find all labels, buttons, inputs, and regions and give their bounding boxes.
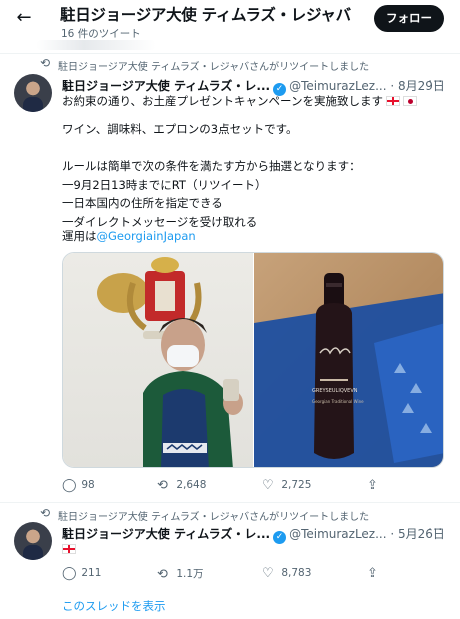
like-count: 8,783 — [281, 567, 312, 579]
tweet-operated-line: 運用は@GeorgiainJapan — [62, 227, 196, 246]
avatar[interactable] — [14, 74, 52, 112]
author-handle[interactable]: @TeimurazLez... — [289, 79, 387, 93]
show-thread-link[interactable]: このスレッドを表示 — [62, 598, 166, 614]
wine-illustration — [254, 273, 443, 467]
retweet-button[interactable]: ⟲ 2,648 — [157, 478, 206, 493]
wine-label: GREYSEULIQVEVN — [312, 388, 358, 394]
author-name[interactable]: 駐日ジョージア大使 ティムラズ・レ... — [62, 527, 270, 541]
operated-by: 運用は — [62, 229, 97, 243]
author-handle[interactable]: @TeimurazLez... — [289, 527, 387, 541]
retweet-icon: ⟲ — [40, 56, 51, 70]
retweet-count: 2,648 — [176, 479, 207, 491]
profile-header: ← 駐日ジョージア大使 ティムラズ・レジャバ 16 件のツイート フォロー — [0, 0, 460, 50]
blurred-strip — [36, 40, 156, 50]
reply-count: 98 — [81, 479, 95, 491]
retweet-icon: ⟲ — [157, 478, 168, 493]
divider — [0, 53, 460, 54]
more-icon[interactable]: ··· — [428, 75, 443, 90]
tweet-count: 16 件のツイート — [61, 28, 141, 40]
divider — [0, 502, 460, 503]
avatar[interactable] — [14, 522, 52, 560]
wine-sublabel: Georgian Traditional Wine — [312, 399, 364, 404]
tweet-actions: ◯ 211 ⟲ 1.1万 ♡ 8,783 ⇪ — [62, 566, 442, 584]
reply-button[interactable]: ◯ 211 — [62, 566, 101, 581]
profile-name: 駐日ジョージア大使 ティムラズ・レジャバ — [60, 6, 351, 24]
retweet-button[interactable]: ⟲ 1.1万 — [157, 566, 204, 582]
tweet-actions: ◯ 98 ⟲ 2,648 ♡ 2,725 ⇪ — [62, 478, 442, 496]
mention-link[interactable]: @GeorgiainJapan — [97, 229, 196, 243]
like-button[interactable]: ♡ 2,725 — [262, 478, 311, 493]
tweet-body: ワイン、調味料、エプロンの3点セットです。 ルールは簡単で次の条件を満たす方から… — [62, 122, 361, 229]
retweet-count: 1.1万 — [176, 568, 204, 580]
share-icon: ⇪ — [367, 566, 378, 581]
photo-man-with-apron[interactable] — [63, 253, 253, 467]
more-icon[interactable]: ··· — [428, 523, 443, 538]
reply-button[interactable]: ◯ 98 — [62, 478, 95, 493]
share-icon: ⇪ — [367, 478, 378, 493]
tweet-author-line: 駐日ジョージア大使 ティムラズ・レ... ✓ @TeimurazLez... · 5… — [62, 525, 445, 544]
tweet-text — [62, 540, 76, 559]
heart-icon: ♡ — [262, 478, 274, 493]
share-button[interactable]: ⇪ — [367, 566, 383, 581]
heart-icon: ♡ — [262, 566, 274, 581]
retweet-note: 駐日ジョージア大使 ティムラズ・レジャバさんがリツイートしました — [58, 512, 370, 523]
author-name[interactable]: 駐日ジョージア大使 ティムラズ・レ... — [62, 79, 270, 93]
share-button[interactable]: ⇪ — [367, 478, 383, 493]
tweet-media[interactable]: GREYSEULIQVEVN Georgian Traditional Wine — [62, 252, 444, 468]
follow-button[interactable]: フォロー — [374, 5, 444, 32]
verified-badge-icon: ✓ — [273, 531, 287, 544]
retweet-icon: ⟲ — [40, 506, 51, 520]
arrow-left-icon[interactable]: ← — [12, 6, 36, 30]
photo-wine-bottle[interactable]: GREYSEULIQVEVN Georgian Traditional Wine — [254, 253, 443, 467]
retweet-note: 駐日ジョージア大使 ティムラズ・レジャバさんがリツイートしました — [58, 62, 370, 73]
reply-icon: ◯ — [62, 566, 77, 581]
georgia-flag-icon — [385, 96, 400, 106]
reply-count: 211 — [81, 567, 102, 579]
tweet-text: お約束の通り、お土産プレゼントキャンペーンを実施致します — [62, 92, 417, 111]
retweet-icon: ⟲ — [157, 567, 168, 582]
tweet-line-1: お約束の通り、お土産プレゼントキャンペーンを実施致します — [62, 94, 383, 108]
like-count: 2,725 — [281, 479, 312, 491]
georgia-flag-icon — [62, 544, 76, 554]
reply-icon: ◯ — [62, 478, 77, 493]
japan-flag-icon — [402, 96, 417, 106]
photo-man-illustration — [97, 257, 243, 467]
like-button[interactable]: ♡ 8,783 — [262, 566, 311, 581]
